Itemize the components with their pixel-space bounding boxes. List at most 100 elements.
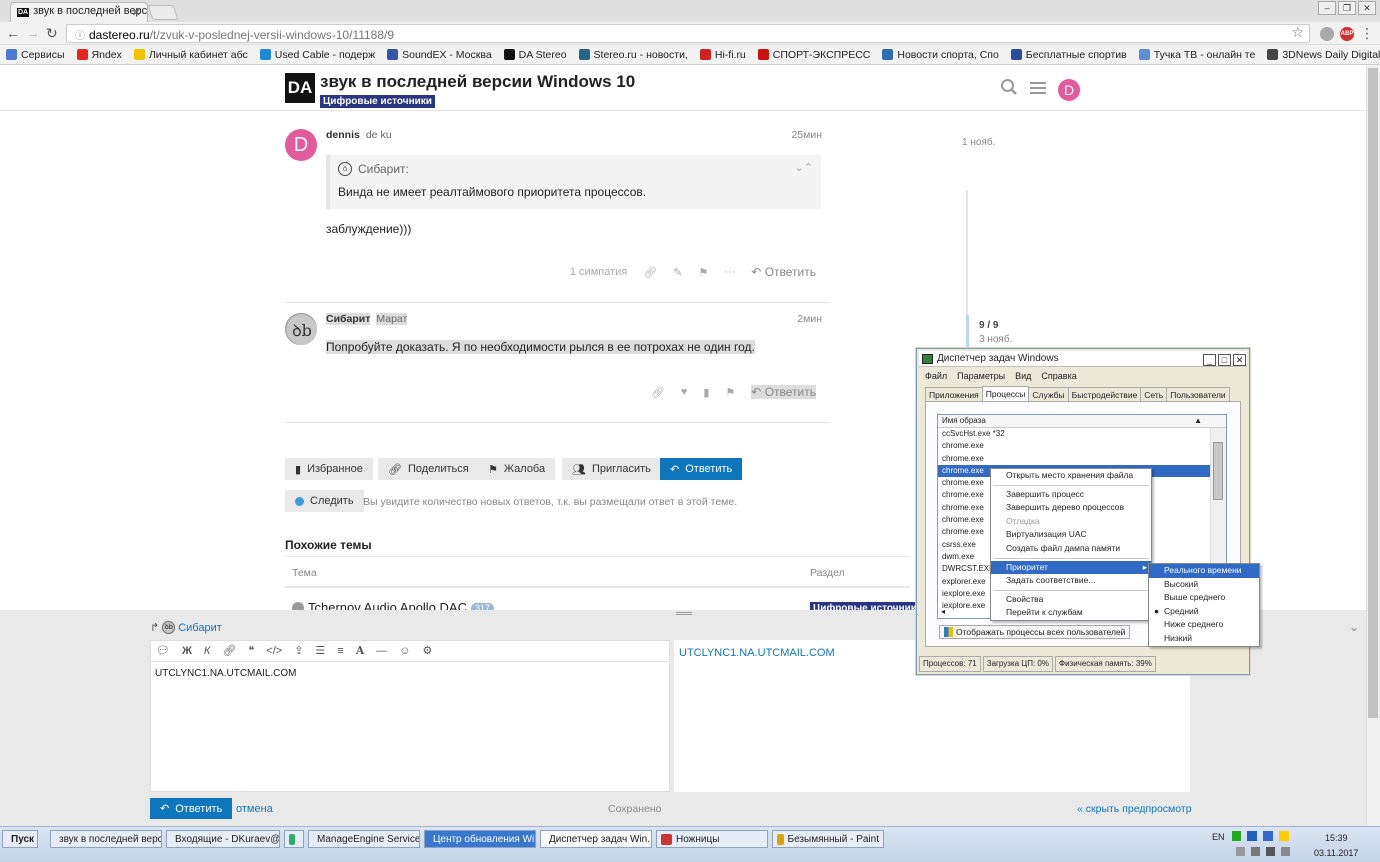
col-category[interactable]: Раздел [810,567,845,579]
tm-tab[interactable]: Службы [1028,387,1069,402]
post-avatar[interactable]: D [285,129,317,161]
similar-topic-row[interactable]: Tchernov Audio Apollo DAC 317 [292,600,495,610]
url-input[interactable]: ⓘ dastereo.ru/t/zvuk-v-poslednej-versii-w… [66,24,1310,43]
cancel-link[interactable]: отмена [236,803,273,815]
tray-icon[interactable] [1266,847,1275,856]
adblock-icon[interactable]: ABP [1340,26,1354,41]
tm-tab[interactable]: Приложения [925,387,983,402]
context-menu-item[interactable]: Завершить процесс [991,488,1151,502]
bold-icon[interactable]: Ж [182,645,192,657]
language-indicator[interactable]: EN [1212,832,1225,842]
more-icon[interactable]: ··· [724,266,735,278]
tray-volume-icon[interactable] [1281,847,1290,856]
hide-preview-link[interactable]: « скрыть предпросмотр [1077,803,1192,815]
taskbar-button[interactable]: звук в последней верс... [50,830,162,848]
code-icon[interactable]: </> [266,645,282,657]
scrollbar-thumb[interactable] [1213,442,1223,500]
tray-outlook-icon[interactable] [1247,831,1257,841]
tm-menu-item[interactable]: Справка [1041,371,1076,381]
bookmark-item[interactable]: Stereo.ru - новости, [578,49,688,61]
context-menu-item[interactable]: Виртуализация UAC [991,528,1151,542]
page-info-icon[interactable]: ⓘ [75,31,85,42]
flag-icon[interactable]: ⚑ [698,266,708,279]
bookmark-item[interactable]: Used Cable - подерж [259,49,375,61]
tray-network-icon[interactable] [1263,831,1273,841]
gear-icon[interactable]: ⚙ [423,644,433,657]
taskbar-button[interactable]: Ножницы [656,830,768,848]
tm-titlebar[interactable]: Диспетчер задач Windows _ □ ✕ [919,351,1247,367]
reply-to-label[interactable]: ↱ ꝺb Сибарит [150,621,222,634]
tray-icon[interactable] [1232,831,1241,841]
tm-menu-item[interactable]: Параметры [957,371,1005,381]
tm-menu-item[interactable]: Файл [925,371,947,381]
back-arrow-icon[interactable]: ← [6,25,20,41]
username-text[interactable]: Сибарит [326,313,371,325]
bookmark-item[interactable]: Личный кабинет абс [133,49,248,61]
reload-icon[interactable]: ↻ [46,25,58,42]
flag-icon[interactable]: ⚑ [725,386,735,399]
emoji-icon[interactable]: ☺ [399,645,410,657]
hamburger-menu-icon[interactable] [1030,79,1046,100]
reply-topic-button[interactable]: ↶ Ответить [660,458,743,480]
bookmark-topic-button[interactable]: ▮ Избранное [285,458,373,480]
new-tab-button[interactable] [147,5,179,20]
submit-reply-button[interactable]: ↶ Ответить [150,798,233,819]
context-menu-item[interactable]: Приоритет ▸ [991,560,1151,575]
bookmark-item[interactable]: СПОРТ-ЭКСПРЕСС [757,49,870,61]
taskbar-button[interactable]: Безымянный - Paint [772,830,884,848]
post-username[interactable]: Сибарит Марат [326,313,408,325]
taskbar-button[interactable]: Входящие - DKuraev@... [166,830,280,848]
close-tab-icon[interactable]: ✕ [132,6,141,19]
reply-to-name[interactable]: Сибарит [178,622,222,634]
quote-icon[interactable]: 💬︎ [156,644,170,657]
clock-time[interactable]: 15:39 [1325,833,1348,843]
post-time[interactable]: 25мин [791,129,822,141]
tray-icon[interactable] [1251,847,1260,856]
numbered-list-icon[interactable]: ≡ [337,645,343,657]
context-menu-item[interactable]: Задать соответствие... [991,574,1151,588]
col-topic[interactable]: Тема [292,567,317,579]
heading-icon[interactable]: A [356,644,365,657]
bookmark-item[interactable]: Тучка ТВ - онлайн те [1138,49,1255,61]
composer-resize-grip[interactable] [676,612,692,615]
bookmark-item[interactable]: SoundEX - Москва [387,49,492,61]
tm-tab[interactable]: Быстродействие [1067,387,1142,402]
site-logo[interactable]: DA [285,73,315,103]
search-icon[interactable] [1000,78,1018,101]
close-window-icon[interactable]: ✕ [1233,354,1246,366]
upload-icon[interactable]: ⇪ [294,644,303,657]
edit-icon[interactable]: ✎ [673,266,682,279]
tray-warning-icon[interactable] [1279,831,1289,841]
flag-button[interactable]: ⚑ Жалоба [478,458,556,480]
clock-date[interactable]: 03.11.2017 [1314,848,1358,858]
reply-button[interactable]: ↶ Ответить [751,265,816,279]
username-text[interactable]: dennis [326,129,360,141]
forward-arrow-icon[interactable]: → [26,25,40,41]
collapse-composer-icon[interactable]: ⌄ [1349,620,1359,634]
priority-menu-item[interactable]: ● Средний [1149,605,1259,619]
priority-menu-item[interactable]: Высокий [1149,578,1259,592]
menu-kebab-icon[interactable]: ⋮ [1360,25,1374,42]
timeline-date-bottom[interactable]: 3 нояб. [979,334,1012,345]
bookmark-item[interactable]: Бесплатные спортив [1010,49,1127,61]
scroll-left-icon[interactable]: ◂ [941,607,945,616]
globe-ext-icon[interactable] [1320,26,1334,41]
bookmark-item[interactable]: DA Stereo [503,49,567,61]
browser-tab[interactable]: DA звук в последней верси ✕ [10,2,148,22]
taskbar-button[interactable] [284,830,304,848]
tray-icon[interactable] [1236,847,1245,856]
user-avatar[interactable]: D [1058,78,1080,101]
topic-title[interactable]: звук в последней версии Windows 10 [320,72,635,92]
link-icon[interactable]: 🔗︎ [651,386,665,399]
col-image-name[interactable]: Имя образа ▲ [938,415,1226,428]
priority-menu-item[interactable]: Ниже среднего [1149,618,1259,632]
invite-button[interactable]: 👥︎ Пригласить [562,458,661,480]
italic-icon[interactable]: К [204,645,210,657]
tm-tab[interactable]: Сеть [1140,387,1168,402]
process-row[interactable]: ccSvcHst.exe *32 [938,428,1210,440]
share-button[interactable]: 🔗︎ Поделиться [378,458,479,480]
watch-button[interactable]: Следить [285,490,364,512]
timeline-date-top[interactable]: 1 нояб. [962,137,995,148]
process-row[interactable]: chrome.exe [938,453,1210,465]
link-icon[interactable]: 🔗︎ [222,644,236,657]
